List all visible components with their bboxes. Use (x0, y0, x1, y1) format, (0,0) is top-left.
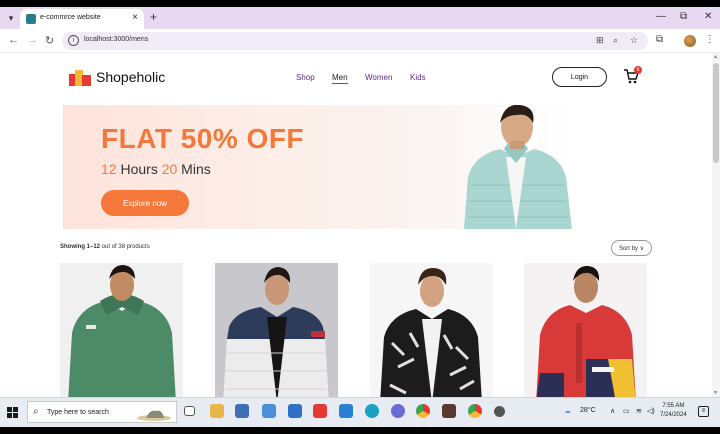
menu-dots-icon[interactable]: ⋮ (705, 34, 715, 45)
install-app-icon[interactable]: ⊞ (596, 35, 604, 46)
banner-countdown: 12 Hours 20 Mins (101, 161, 211, 177)
product-card[interactable] (215, 263, 338, 397)
battery-icon[interactable]: ▭ (623, 407, 630, 415)
forward-icon[interactable]: → (27, 34, 38, 46)
search-highlight-art-icon (137, 410, 171, 421)
page-scrollbar[interactable]: ▲ ▼ (712, 53, 720, 397)
notification-icon[interactable]: ≡ (698, 406, 709, 417)
bookmark-star-icon[interactable]: ☆ (630, 35, 638, 46)
scroll-down-icon[interactable]: ▼ (713, 390, 718, 396)
file-explorer-icon[interactable] (210, 404, 224, 418)
results-total: out of 38 products (100, 244, 150, 250)
countdown-mins-label: Mins (177, 161, 211, 177)
mail-icon[interactable] (288, 404, 302, 418)
temperature[interactable]: 28°C (580, 407, 596, 414)
taskbar-search-box[interactable]: ⌕ Type here to search (27, 401, 177, 423)
sort-by-dropdown[interactable]: Sort by ∨ (611, 240, 652, 256)
shopeholic-logo-icon[interactable] (69, 70, 91, 86)
cart-count-badge: 0 (634, 66, 642, 74)
windows-start-icon[interactable] (7, 407, 18, 418)
site-favicon-icon (26, 14, 36, 24)
extensions-icon[interactable]: ⧉ (656, 34, 663, 45)
search-icon: ⌕ (33, 406, 39, 417)
weather-cloud-icon[interactable]: ☁ (564, 407, 571, 415)
app-icon[interactable] (442, 404, 456, 418)
product-image-puffer-jacket[interactable] (215, 263, 338, 397)
volume-icon[interactable]: ◁) (647, 407, 655, 415)
nav-link-women[interactable]: Women (365, 73, 392, 82)
clock-date: 7/24/2024 (660, 412, 687, 418)
screen: ▾ e-commrce website × + — ⧉ ✕ ← → ↻ i lo… (0, 7, 720, 427)
banner-model-image (464, 105, 572, 229)
browser-tab-strip: ▾ e-commrce website × + — ⧉ ✕ (0, 7, 720, 29)
browser-toolbar: ← → ↻ i localhost:3000/mens ⊞ ⌕ ☆ ⧉ ⋮ (0, 29, 720, 53)
scroll-thumb[interactable] (713, 63, 719, 163)
wifi-icon[interactable]: ≋ (636, 407, 642, 415)
close-window-icon[interactable]: ✕ (704, 11, 712, 22)
site-info-icon[interactable]: i (68, 35, 79, 46)
reload-icon[interactable]: ↻ (45, 34, 54, 47)
profile-avatar[interactable] (684, 35, 696, 47)
product-image-printed-jacket[interactable] (370, 263, 493, 397)
store-icon[interactable] (235, 404, 249, 418)
brand-name[interactable]: Shopeholic (96, 69, 165, 85)
tab-search-icon[interactable]: ▾ (4, 11, 18, 25)
clock-time: 7:55 AM (662, 403, 685, 409)
new-tab-button[interactable]: + (150, 10, 157, 24)
minimize-icon[interactable]: — (656, 11, 666, 22)
address-bar[interactable]: i localhost:3000/mens ⊞ ⌕ ☆ (62, 32, 648, 50)
zoom-icon[interactable]: ⌕ (613, 35, 618, 46)
url-text: localhost:3000/mens (84, 36, 149, 43)
edge-icon[interactable] (365, 404, 379, 418)
back-icon[interactable]: ← (8, 34, 19, 46)
chrome-icon[interactable] (416, 404, 430, 418)
banner-headline: FLAT 50% OFF (101, 123, 305, 154)
tab-close-icon[interactable]: × (132, 12, 138, 23)
windows-taskbar: ⌕ Type here to search ☁ 28°C ∧ ▭ ≋ ◁) 7:… (0, 397, 720, 427)
restore-icon[interactable]: ⧉ (680, 11, 687, 22)
login-button[interactable]: Login (552, 67, 607, 87)
taskbar-clock[interactable]: 7:55 AM 7/24/2024 (660, 402, 687, 420)
task-view-icon[interactable] (184, 406, 195, 416)
countdown-mins: 20 (161, 161, 178, 177)
results-count: Showing 1–12 out of 38 products (60, 244, 150, 250)
results-range: Showing 1–12 (60, 244, 101, 250)
scroll-up-icon[interactable]: ▲ (713, 54, 718, 60)
nav-link-shop[interactable]: Shop (296, 73, 315, 82)
explore-now-button[interactable]: Explore now (101, 190, 189, 216)
tab-title: e-commrce website (40, 14, 101, 21)
product-card[interactable] (524, 263, 647, 397)
youtube-icon[interactable] (313, 404, 327, 418)
web-page: Shopeholic Shop Men Women Kids Login 0 F… (0, 53, 712, 397)
taskbar-search-placeholder: Type here to search (47, 409, 109, 416)
browser-tab[interactable]: e-commrce website × (20, 9, 144, 29)
app-icon[interactable] (262, 404, 276, 418)
promo-banner: FLAT 50% OFF 12 Hours 20 Mins Explore no… (63, 105, 572, 229)
tray-chevron-icon[interactable]: ∧ (610, 407, 615, 415)
nav-link-kids[interactable]: Kids (410, 73, 426, 82)
chrome-profile-icon[interactable] (468, 404, 482, 418)
product-card[interactable] (60, 263, 183, 397)
product-image-green-hoodie[interactable] (60, 263, 183, 397)
nav-link-men[interactable]: Men (332, 73, 348, 84)
settings-gear-icon[interactable] (494, 406, 505, 417)
product-card[interactable] (370, 263, 493, 397)
product-image-windcheater[interactable] (524, 263, 647, 397)
countdown-hours-label: Hours (116, 161, 162, 177)
app-icon[interactable] (391, 404, 405, 418)
vscode-icon[interactable] (339, 404, 353, 418)
countdown-hours: 12 (101, 161, 117, 177)
